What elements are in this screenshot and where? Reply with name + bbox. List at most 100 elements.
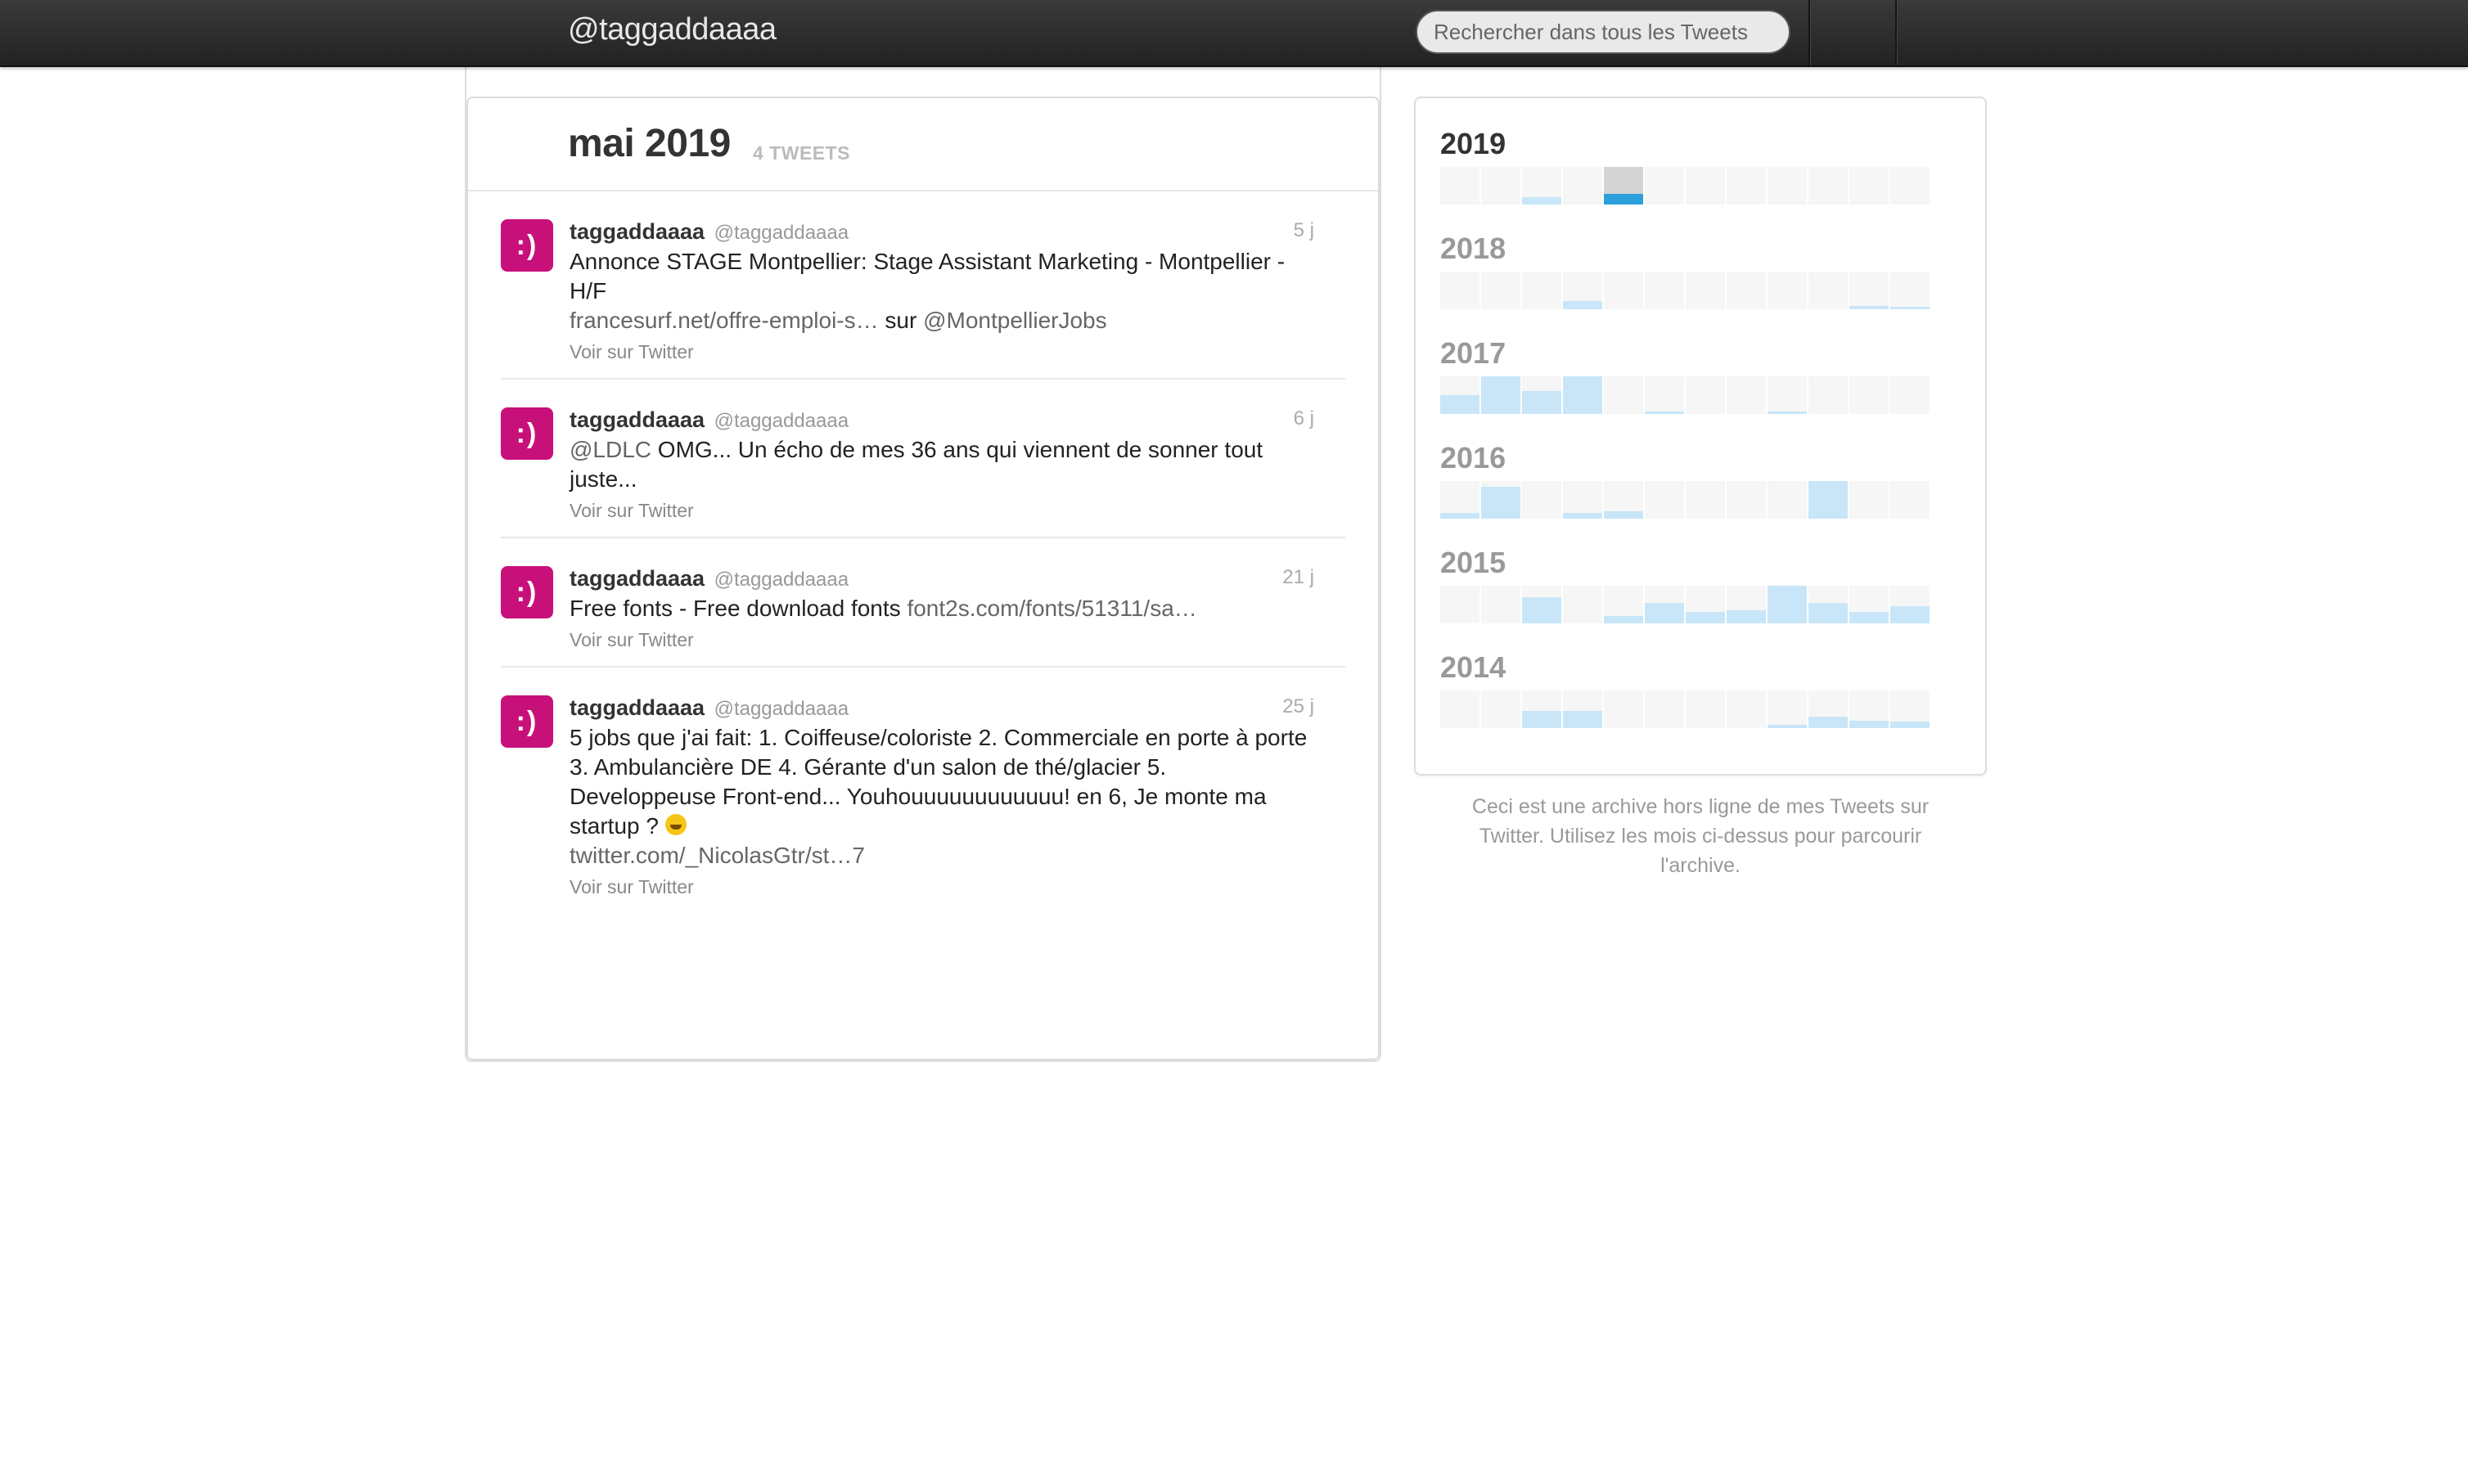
view-on-twitter-link[interactable]: Voir sur Twitter [570,339,1314,365]
month-cell[interactable] [1686,167,1725,205]
month-cell[interactable] [1808,690,1848,728]
month-cell[interactable] [1563,481,1602,519]
month-cell[interactable] [1440,690,1479,728]
month-cell[interactable] [1645,376,1684,414]
year-label[interactable]: 2019 [1440,128,1930,160]
month-cell[interactable] [1727,376,1766,414]
month-cell[interactable] [1890,690,1930,728]
month-cell[interactable] [1440,272,1479,309]
month-cell[interactable] [1808,586,1848,623]
month-cell[interactable] [1686,586,1725,623]
view-on-twitter-link[interactable]: Voir sur Twitter [570,874,1314,900]
month-cell[interactable] [1808,376,1848,414]
month-cell[interactable] [1522,376,1561,414]
month-cell[interactable] [1686,481,1725,519]
year-label[interactable]: 2017 [1440,337,1930,370]
month-cell[interactable] [1604,586,1643,623]
month-cell[interactable] [1768,376,1807,414]
month-cell[interactable] [1522,690,1561,728]
month-cell[interactable] [1563,690,1602,728]
tweet-author-name[interactable]: taggaddaaaa [570,566,705,591]
tweet-mention-link[interactable]: @LDLC [570,437,651,462]
month-cell[interactable] [1849,376,1889,414]
month-cell[interactable] [1808,272,1848,309]
tweet-mention-link[interactable]: @MontpellierJobs [923,308,1107,333]
month-cell[interactable] [1727,690,1766,728]
month-cell[interactable] [1645,586,1684,623]
month-cell[interactable] [1768,586,1807,623]
month-cell[interactable] [1645,481,1684,519]
month-cell[interactable] [1645,167,1684,205]
month-cell[interactable] [1563,376,1602,414]
month-cell[interactable] [1522,586,1561,623]
year-label[interactable]: 2018 [1440,232,1930,265]
month-cell[interactable] [1727,586,1766,623]
tweet-author-handle[interactable]: @taggaddaaaa [714,698,849,720]
avatar[interactable]: :) [501,407,553,460]
tweet-author-handle[interactable]: @taggaddaaaa [714,569,849,591]
month-cell[interactable] [1727,167,1766,205]
year-label[interactable]: 2016 [1440,442,1930,474]
month-cell[interactable] [1686,272,1725,309]
month-cell[interactable] [1440,167,1479,205]
tweet-link[interactable]: francesurf.net/offre-emploi-s… [570,308,879,333]
month-cell[interactable] [1604,481,1643,519]
month-cell[interactable] [1645,690,1684,728]
tweet-author-handle[interactable]: @taggaddaaaa [714,410,849,432]
avatar[interactable]: :) [501,695,553,748]
account-handle-title[interactable]: @taggaddaaaa [568,12,777,47]
view-on-twitter-link[interactable]: Voir sur Twitter [570,497,1314,524]
month-cell[interactable] [1481,586,1520,623]
month-cell[interactable] [1808,167,1848,205]
month-cell[interactable] [1849,586,1889,623]
search-input[interactable] [1416,10,1790,54]
month-cell[interactable] [1686,376,1725,414]
view-on-twitter-link[interactable]: Voir sur Twitter [570,627,1314,653]
month-cell[interactable] [1481,272,1520,309]
tweet-link[interactable]: twitter.com/_NicolasGtr/st…7 [570,843,865,868]
month-cell[interactable] [1890,167,1930,205]
month-cell[interactable] [1604,272,1643,309]
tweet-timestamp[interactable]: 6 j [1294,407,1314,430]
month-cell[interactable] [1849,167,1889,205]
month-cell[interactable] [1563,586,1602,623]
month-cell[interactable] [1890,272,1930,309]
month-cell[interactable] [1440,481,1479,519]
month-cell[interactable] [1604,376,1643,414]
month-cell[interactable] [1727,481,1766,519]
tweet-author-name[interactable]: taggaddaaaa [570,219,705,244]
month-cell[interactable] [1727,272,1766,309]
tweet-timestamp[interactable]: 25 j [1282,695,1314,718]
month-cell[interactable] [1563,272,1602,309]
month-cell[interactable] [1890,586,1930,623]
month-cell[interactable] [1440,586,1479,623]
avatar[interactable]: :) [501,566,553,618]
month-cell[interactable] [1768,272,1807,309]
month-cell[interactable] [1849,690,1889,728]
tweet-author-name[interactable]: taggaddaaaa [570,695,705,720]
tweet-timestamp[interactable]: 5 j [1294,219,1314,242]
month-cell[interactable] [1890,481,1930,519]
month-cell[interactable] [1522,272,1561,309]
year-label[interactable]: 2014 [1440,651,1930,684]
tweet-author-name[interactable]: taggaddaaaa [570,407,705,432]
month-cell[interactable] [1563,167,1602,205]
avatar[interactable]: :) [501,219,553,272]
tweet-link[interactable]: font2s.com/fonts/51311/sa… [907,596,1196,621]
month-cell[interactable] [1849,481,1889,519]
month-cell[interactable] [1481,481,1520,519]
month-cell[interactable] [1849,272,1889,309]
month-cell[interactable] [1440,376,1479,414]
month-cell[interactable] [1686,690,1725,728]
month-cell[interactable] [1645,272,1684,309]
month-cell[interactable] [1808,481,1848,519]
month-cell[interactable] [1522,481,1561,519]
month-cell[interactable] [1768,690,1807,728]
month-cell[interactable] [1522,167,1561,205]
tweet-author-handle[interactable]: @taggaddaaaa [714,222,849,244]
month-cell[interactable] [1481,376,1520,414]
month-cell[interactable] [1768,481,1807,519]
month-cell[interactable] [1481,167,1520,205]
tweet-timestamp[interactable]: 21 j [1282,566,1314,589]
month-cell[interactable] [1768,167,1807,205]
